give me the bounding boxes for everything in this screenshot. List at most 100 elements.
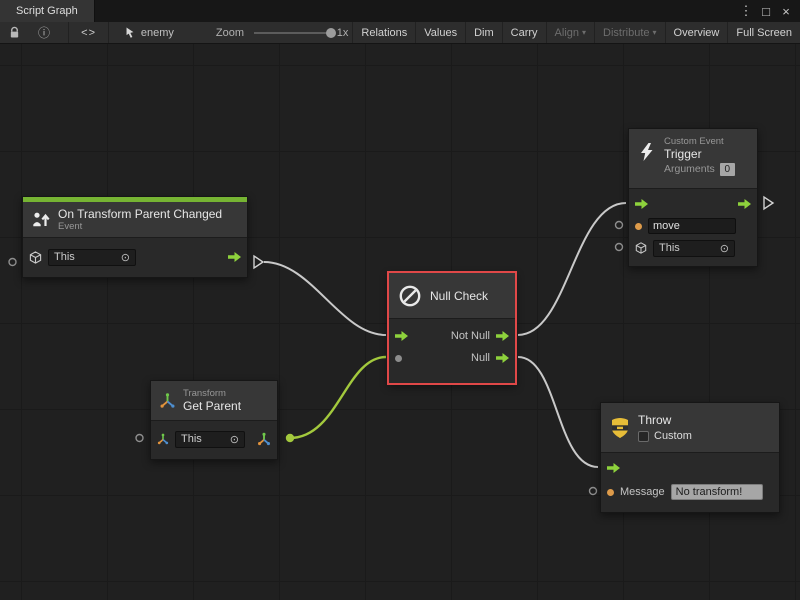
custom-row: Custom xyxy=(638,430,692,442)
this-value: This xyxy=(181,433,202,445)
node-header: Null Check xyxy=(389,273,515,319)
arguments-count-field[interactable]: 0 xyxy=(720,163,735,176)
event-name-input[interactable] xyxy=(648,218,736,234)
target-icon[interactable]: ⊙ xyxy=(121,251,130,264)
info-button[interactable]: ⓘ xyxy=(32,22,56,43)
node-header-text: On Transform Parent Changed Event xyxy=(58,207,222,232)
node-on-transform-parent-changed[interactable]: On Transform Parent Changed Event This ⊙ xyxy=(22,196,248,278)
lock-button[interactable] xyxy=(3,22,26,43)
kebab-menu-icon[interactable]: ⋮ xyxy=(738,3,754,19)
value-out-port-dot[interactable] xyxy=(286,434,294,442)
flow-out-arrow-icon[interactable] xyxy=(228,252,241,262)
align-button[interactable]: Align ▾ xyxy=(546,22,594,43)
input-port-ring[interactable] xyxy=(9,259,16,266)
node-body: Message xyxy=(601,453,779,512)
input-port-ring[interactable] xyxy=(590,488,597,495)
this-dropdown[interactable]: This ⊙ xyxy=(48,249,136,266)
relations-button[interactable]: Relations xyxy=(352,22,415,43)
flow-in-arrow-icon[interactable] xyxy=(607,463,620,473)
arguments-label: Arguments xyxy=(664,164,715,175)
arguments-row: Arguments 0 xyxy=(664,163,735,176)
full-screen-button[interactable]: Full Screen xyxy=(727,22,800,43)
zoom-label: Zoom xyxy=(216,27,244,39)
wire-null-to-throw[interactable] xyxy=(518,357,598,467)
null-check-icon xyxy=(397,283,423,309)
cube-icon xyxy=(29,251,42,264)
node-category: Transform xyxy=(183,388,241,399)
overview-button[interactable]: Overview xyxy=(665,22,728,43)
value-in-port-dot[interactable] xyxy=(607,489,614,496)
target-icon[interactable]: ⊙ xyxy=(230,433,239,446)
maximize-icon[interactable]: □ xyxy=(758,4,774,19)
transform-axes-icon xyxy=(157,433,169,445)
wire-notnull-to-trigger[interactable] xyxy=(518,203,626,335)
chevron-down-icon: ▾ xyxy=(653,28,657,37)
carry-button[interactable]: Carry xyxy=(502,22,546,43)
value-in-port-dot[interactable] xyxy=(395,355,402,362)
graph-toolbar: ⓘ <> enemy Zoom 1x Relations Values Dim … xyxy=(0,22,800,44)
input-port-ring[interactable] xyxy=(136,435,143,442)
target-icon[interactable]: ⊙ xyxy=(720,242,729,255)
node-body: This ⊙ xyxy=(23,238,247,277)
distribute-button[interactable]: Distribute ▾ xyxy=(594,22,664,43)
node-trigger-custom-event[interactable]: Custom Event Trigger Arguments 0 xyxy=(628,128,758,267)
code-icon: <> xyxy=(81,27,96,39)
node-body: Not Null Null xyxy=(389,319,515,383)
node-throw[interactable]: Throw Custom Message xyxy=(600,402,780,513)
node-header: Transform Get Parent xyxy=(151,381,277,421)
input-port-ring[interactable] xyxy=(616,244,623,251)
graph-pointer-icon xyxy=(125,26,136,39)
node-null-check[interactable]: Null Check Not Null Null xyxy=(388,272,516,384)
this-value: This xyxy=(659,242,680,254)
input-port-ring[interactable] xyxy=(616,222,623,229)
node-title: Null Check xyxy=(430,289,488,303)
dim-button[interactable]: Dim xyxy=(465,22,502,43)
this-value: This xyxy=(54,251,75,263)
zoom-slider-handle[interactable] xyxy=(326,28,336,38)
node-title: Get Parent xyxy=(183,399,241,413)
flow-in-arrow-icon[interactable] xyxy=(635,199,648,209)
flow-out-arrow-icon[interactable] xyxy=(496,331,509,341)
node-header: Throw Custom xyxy=(601,403,779,453)
distribute-label: Distribute xyxy=(603,27,649,39)
null-port-label: Null xyxy=(471,352,490,364)
lock-icon xyxy=(9,26,20,39)
node-title: Trigger xyxy=(664,147,735,161)
custom-checkbox-label: Custom xyxy=(654,430,692,442)
this-dropdown[interactable]: This ⊙ xyxy=(175,431,245,448)
value-in-port-dot[interactable] xyxy=(635,223,642,230)
node-header: On Transform Parent Changed Event xyxy=(23,202,247,238)
values-button[interactable]: Values xyxy=(415,22,465,43)
this-dropdown[interactable]: This ⊙ xyxy=(653,240,735,257)
graph-canvas[interactable]: On Transform Parent Changed Event This ⊙ xyxy=(0,44,800,600)
cube-icon xyxy=(635,242,647,254)
message-input[interactable] xyxy=(671,484,763,500)
flow-out-arrow-icon[interactable] xyxy=(496,353,509,363)
not-null-port-label: Not Null xyxy=(451,330,490,342)
graph-name-label: enemy xyxy=(141,27,174,39)
flow-out-port-triangle[interactable] xyxy=(764,197,773,209)
code-view-button[interactable]: <> xyxy=(69,22,108,43)
zoom-slider-track xyxy=(254,32,333,34)
node-body: This ⊙ xyxy=(629,189,757,266)
node-title: Throw xyxy=(638,413,692,427)
flow-out-port-triangle[interactable] xyxy=(254,256,263,268)
flow-out-arrow-icon[interactable] xyxy=(738,199,751,209)
custom-checkbox[interactable] xyxy=(638,431,649,442)
wire-event-to-nullcheck[interactable] xyxy=(264,262,386,335)
close-icon[interactable]: × xyxy=(778,4,794,19)
throw-exception-icon xyxy=(609,417,631,439)
transform-out-port-icon[interactable] xyxy=(257,432,271,446)
node-category: Custom Event xyxy=(664,136,735,147)
node-header: Custom Event Trigger Arguments 0 xyxy=(629,129,757,189)
tab-script-graph[interactable]: Script Graph xyxy=(0,0,95,22)
zoom-value: 1x xyxy=(337,27,349,39)
wire-getparent-to-nullcheck[interactable] xyxy=(290,357,386,438)
node-title: On Transform Parent Changed xyxy=(58,207,222,221)
node-header-text: Custom Event Trigger Arguments 0 xyxy=(664,136,735,176)
node-header-text: Throw Custom xyxy=(638,413,692,442)
window-controls: ⋮ □ × xyxy=(738,0,800,22)
zoom-slider[interactable] xyxy=(254,27,333,39)
flow-in-arrow-icon[interactable] xyxy=(395,331,408,341)
node-get-parent[interactable]: Transform Get Parent This ⊙ xyxy=(150,380,278,460)
